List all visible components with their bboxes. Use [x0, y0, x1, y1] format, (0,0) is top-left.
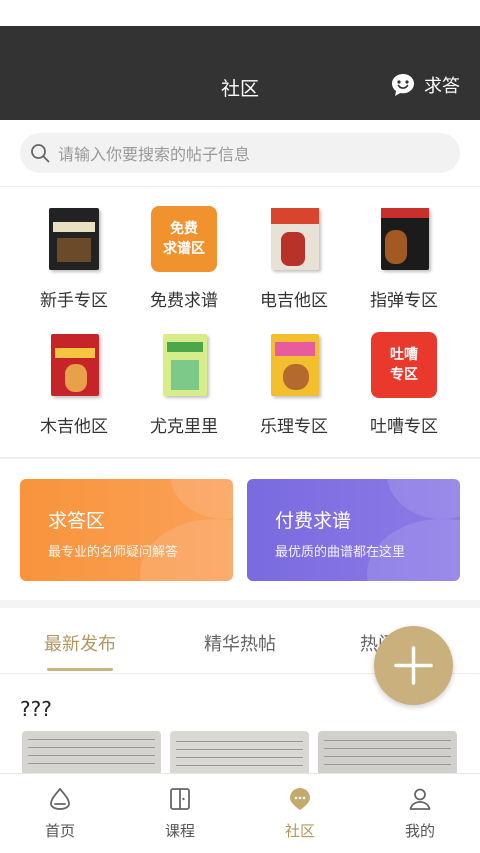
top-bar: 社区 求答	[0, 26, 480, 120]
ask-label: 求答	[424, 76, 460, 97]
tile-line: 求谱区	[163, 241, 205, 257]
card-subtitle: 最专业的名师疑问解答	[48, 545, 179, 560]
plus-icon	[394, 646, 433, 685]
course-icon	[170, 788, 190, 810]
post-image[interactable]	[170, 731, 309, 776]
divider	[0, 186, 480, 187]
category-electric-guitar[interactable]: 电吉他区	[239, 200, 349, 311]
category-label: 乐理专区	[260, 417, 328, 437]
card-title: 求答区	[48, 510, 106, 532]
book-cover	[41, 206, 107, 272]
category-free-score[interactable]: 免费 求谱区 免费求谱	[129, 200, 239, 311]
category-label: 指弹专区	[370, 291, 438, 311]
divider	[0, 457, 480, 459]
nav-community[interactable]: 社区	[240, 786, 360, 841]
category-acoustic-guitar[interactable]: 木吉他区	[19, 326, 129, 437]
nav-label: 课程	[164, 822, 195, 840]
nav-label: 我的	[404, 822, 435, 840]
card-decoration	[387, 479, 460, 519]
new-post-button[interactable]	[374, 626, 453, 705]
category-label: 吐嘈专区	[370, 417, 438, 437]
post-image[interactable]	[22, 731, 161, 776]
ask-button[interactable]: 求答	[390, 72, 460, 98]
category-music-theory[interactable]: 乐理专区	[239, 326, 349, 437]
book-cover	[151, 332, 217, 398]
tab-featured[interactable]: 精华热帖	[185, 630, 295, 656]
search-placeholder: 请输入你要搜索的帖子信息	[58, 145, 251, 164]
search-input[interactable]: 请输入你要搜索的帖子信息	[20, 133, 460, 173]
nav-course[interactable]: 课程	[120, 786, 240, 841]
category-beginner[interactable]: 新手专区	[19, 200, 129, 311]
tile-line: 专区	[390, 367, 418, 383]
status-bar	[0, 0, 480, 26]
home-icon	[50, 788, 70, 810]
book-cover	[41, 332, 107, 398]
complaints-tile: 吐嘈 专区	[371, 332, 437, 398]
book-cover	[371, 206, 437, 272]
card-subtitle: 最优质的曲谱都在这里	[275, 545, 406, 560]
post-image[interactable]	[318, 731, 457, 776]
section-gap	[0, 600, 480, 608]
book-cover	[261, 206, 327, 272]
nav-profile[interactable]: 我的	[360, 786, 480, 841]
search-icon	[31, 144, 50, 163]
category-label: 木吉他区	[40, 417, 108, 437]
free-score-tile: 免费 求谱区	[151, 206, 217, 272]
card-title: 付费求谱	[275, 510, 352, 532]
nav-label: 首页	[44, 822, 75, 840]
category-label: 尤克里里	[150, 417, 218, 437]
active-tab-indicator	[47, 668, 113, 671]
category-label: 电吉他区	[260, 291, 328, 311]
category-complaints[interactable]: 吐嘈 专区 吐嘈专区	[349, 326, 459, 437]
profile-icon	[409, 788, 431, 810]
category-label: 新手专区	[40, 291, 108, 311]
bottom-nav: 首页 课程 社区 我的	[0, 773, 480, 853]
category-fingerstyle[interactable]: 指弹专区	[349, 200, 459, 311]
category-label: 免费求谱	[150, 291, 218, 311]
post-title[interactable]: ???	[20, 697, 52, 721]
chat-icon	[392, 74, 414, 96]
nav-label: 社区	[284, 822, 315, 840]
nav-home[interactable]: 首页	[0, 786, 120, 841]
qa-card[interactable]: 求答区 最专业的名师疑问解答	[20, 479, 233, 581]
tile-line: 吐嘈	[390, 347, 418, 363]
paid-score-card[interactable]: 付费求谱 最优质的曲谱都在这里	[247, 479, 460, 581]
post-images	[22, 731, 462, 776]
tile-line: 免费	[170, 221, 198, 237]
community-icon	[290, 788, 310, 810]
card-decoration	[170, 479, 233, 519]
tab-latest[interactable]: 最新发布	[25, 630, 135, 656]
book-cover	[261, 332, 327, 398]
category-ukulele[interactable]: 尤克里里	[129, 326, 239, 437]
